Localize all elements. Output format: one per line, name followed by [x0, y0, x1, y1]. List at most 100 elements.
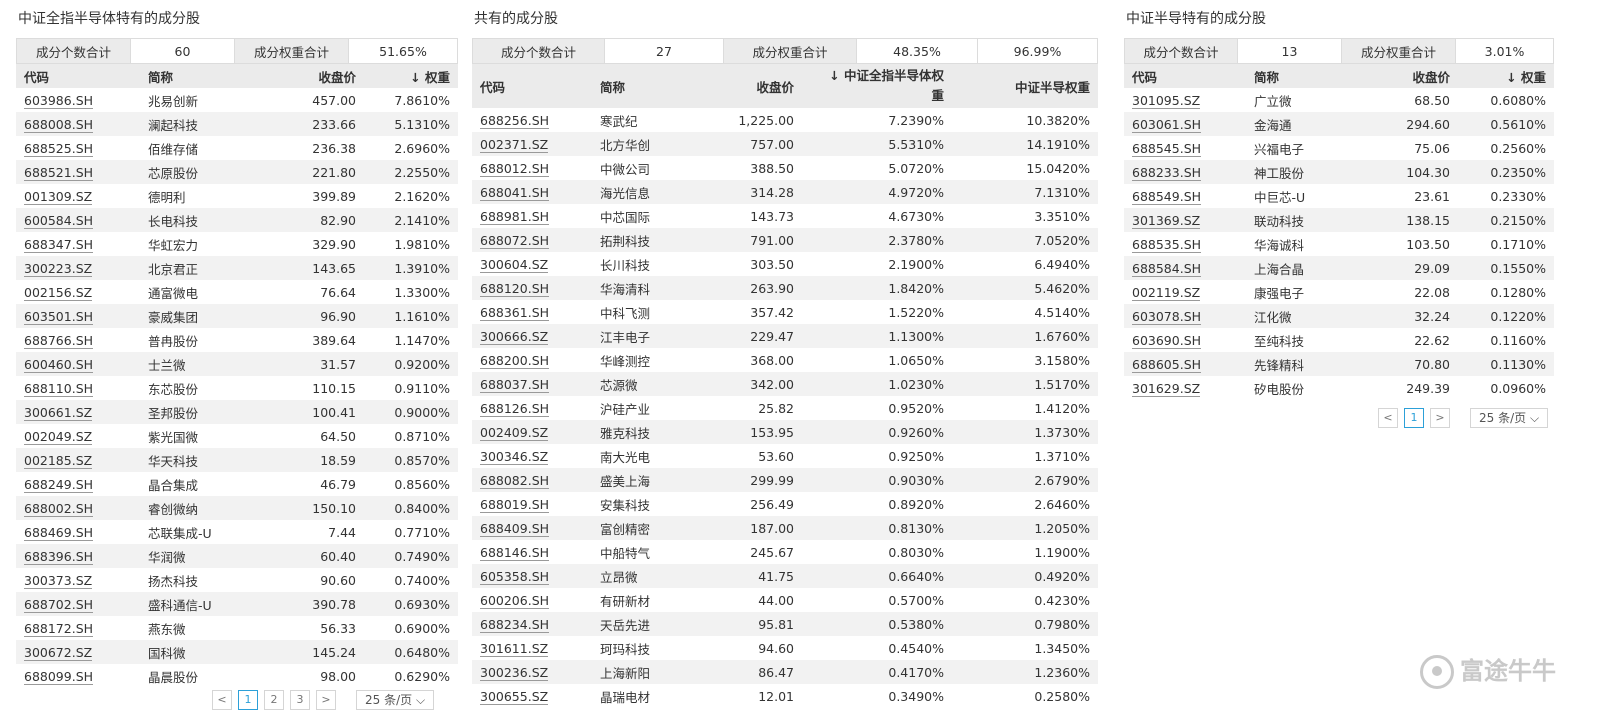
- stock-code-cell[interactable]: 688256.SH: [472, 108, 592, 132]
- col-header-code[interactable]: 代码: [16, 64, 140, 88]
- table-row[interactable]: 688012.SH 中微公司 388.50 5.0720% 15.0420%: [472, 156, 1098, 180]
- table-row[interactable]: 688146.SH 中船特气 245.67 0.8030% 1.1900%: [472, 540, 1098, 564]
- stock-code-cell[interactable]: 688234.SH: [472, 612, 592, 636]
- stock-code-link[interactable]: 688120.SH: [480, 280, 550, 297]
- stock-code-cell[interactable]: 603690.SH: [1124, 328, 1246, 352]
- stock-code-link[interactable]: 300373.SZ: [24, 572, 93, 589]
- stock-code-cell[interactable]: 688233.SH: [1124, 160, 1246, 184]
- stock-code-cell[interactable]: 300236.SZ: [472, 660, 592, 684]
- page-button[interactable]: 1: [238, 690, 258, 710]
- table-row[interactable]: 688172.SH 燕东微 56.33 0.6900%: [16, 616, 458, 640]
- stock-code-link[interactable]: 603986.SH: [24, 92, 94, 109]
- table-row[interactable]: 300655.SZ 晶瑞电材 12.01 0.3490% 0.2580%: [472, 684, 1098, 708]
- table-row[interactable]: 688233.SH 神工股份 104.30 0.2350%: [1124, 160, 1554, 184]
- stock-code-cell[interactable]: 688702.SH: [16, 592, 140, 616]
- stock-code-cell[interactable]: 688584.SH: [1124, 256, 1246, 280]
- table-row[interactable]: 688041.SH 海光信息 314.28 4.9720% 7.1310%: [472, 180, 1098, 204]
- table-row[interactable]: 603501.SH 豪威集团 96.90 1.1610%: [16, 304, 458, 328]
- table-row[interactable]: 301095.SZ 广立微 68.50 0.6080%: [1124, 88, 1554, 112]
- stock-code-link[interactable]: 688099.SH: [24, 668, 94, 685]
- stock-code-cell[interactable]: 688037.SH: [472, 372, 592, 396]
- stock-code-link[interactable]: 002119.SZ: [1132, 284, 1201, 301]
- stock-code-cell[interactable]: 688981.SH: [472, 204, 592, 228]
- stock-code-cell[interactable]: 688041.SH: [472, 180, 592, 204]
- stock-code-cell[interactable]: 688469.SH: [16, 520, 140, 544]
- table-row[interactable]: 688008.SH 澜起科技 233.66 5.1310%: [16, 112, 458, 136]
- table-row[interactable]: 688525.SH 佰维存储 236.38 2.6960%: [16, 136, 458, 160]
- table-row[interactable]: 002156.SZ 通富微电 76.64 1.3300%: [16, 280, 458, 304]
- page-size-select[interactable]: 25 条/页 ⌵: [356, 690, 435, 710]
- table-row[interactable]: 688082.SH 盛美上海 299.99 0.9030% 2.6790%: [472, 468, 1098, 492]
- page-button[interactable]: 1: [1404, 408, 1424, 428]
- stock-code-cell[interactable]: 688545.SH: [1124, 136, 1246, 160]
- table-row[interactable]: 002371.SZ 北方华创 757.00 5.5310% 14.1910%: [472, 132, 1098, 156]
- page-button[interactable]: 3: [290, 690, 310, 710]
- stock-code-link[interactable]: 301095.SZ: [1132, 92, 1201, 109]
- col-header-price[interactable]: 收盘价: [702, 64, 802, 108]
- table-row[interactable]: 688002.SH 睿创微纳 150.10 0.8400%: [16, 496, 458, 520]
- stock-code-link[interactable]: 300236.SZ: [480, 664, 549, 681]
- col-header-price[interactable]: 收盘价: [1358, 64, 1458, 88]
- table-row[interactable]: 688469.SH 芯联集成-U 7.44 0.7710%: [16, 520, 458, 544]
- stock-code-link[interactable]: 688110.SH: [24, 380, 94, 397]
- table-row[interactable]: 688361.SH 中科飞测 357.42 1.5220% 4.5140%: [472, 300, 1098, 324]
- col-header-weight-csi-all-sort[interactable]: ↓ 中证全指半导体权 重: [802, 64, 952, 108]
- stock-code-cell[interactable]: 301611.SZ: [472, 636, 592, 660]
- col-header-name[interactable]: 简称: [1246, 64, 1358, 88]
- stock-code-link[interactable]: 688549.SH: [1132, 188, 1202, 205]
- stock-code-cell[interactable]: 688766.SH: [16, 328, 140, 352]
- stock-code-link[interactable]: 600584.SH: [24, 212, 94, 229]
- stock-code-cell[interactable]: 688120.SH: [472, 276, 592, 300]
- stock-code-link[interactable]: 301369.SZ: [1132, 212, 1201, 229]
- stock-code-cell[interactable]: 688521.SH: [16, 160, 140, 184]
- stock-code-cell[interactable]: 300666.SZ: [472, 324, 592, 348]
- stock-code-cell[interactable]: 688409.SH: [472, 516, 592, 540]
- stock-code-link[interactable]: 300661.SZ: [24, 404, 93, 421]
- table-row[interactable]: 688256.SH 寒武纪 1,225.00 7.2390% 10.3820%: [472, 108, 1098, 132]
- table-row[interactable]: 688584.SH 上海合晶 29.09 0.1550%: [1124, 256, 1554, 280]
- stock-code-link[interactable]: 688019.SH: [480, 496, 550, 513]
- page-button[interactable]: 2: [264, 690, 284, 710]
- stock-code-cell[interactable]: 688172.SH: [16, 616, 140, 640]
- table-row[interactable]: 300236.SZ 上海新阳 86.47 0.4170% 1.2360%: [472, 660, 1098, 684]
- stock-code-link[interactable]: 002156.SZ: [24, 284, 93, 301]
- stock-code-link[interactable]: 688409.SH: [480, 520, 550, 537]
- stock-code-cell[interactable]: 002371.SZ: [472, 132, 592, 156]
- stock-code-cell[interactable]: 002409.SZ: [472, 420, 592, 444]
- stock-code-cell[interactable]: 001309.SZ: [16, 184, 140, 208]
- stock-code-cell[interactable]: 688396.SH: [16, 544, 140, 568]
- stock-code-cell[interactable]: 688549.SH: [1124, 184, 1246, 208]
- stock-code-link[interactable]: 300672.SZ: [24, 644, 93, 661]
- page-size-select[interactable]: 25 条/页 ⌵: [1470, 408, 1549, 428]
- stock-code-cell[interactable]: 688012.SH: [472, 156, 592, 180]
- stock-code-link[interactable]: 688234.SH: [480, 616, 550, 633]
- stock-code-cell[interactable]: 688110.SH: [16, 376, 140, 400]
- col-header-code[interactable]: 代码: [472, 64, 592, 108]
- table-row[interactable]: 688535.SH 华海诚科 103.50 0.1710%: [1124, 232, 1554, 256]
- next-page-button[interactable]: >: [316, 690, 336, 710]
- stock-code-link[interactable]: 688200.SH: [480, 352, 550, 369]
- stock-code-link[interactable]: 688981.SH: [480, 208, 550, 225]
- stock-code-link[interactable]: 688535.SH: [1132, 236, 1202, 253]
- stock-code-link[interactable]: 300223.SZ: [24, 260, 93, 277]
- stock-code-link[interactable]: 688605.SH: [1132, 356, 1202, 373]
- col-header-price[interactable]: 收盘价: [252, 64, 364, 88]
- stock-code-link[interactable]: 688172.SH: [24, 620, 94, 637]
- stock-code-link[interactable]: 600460.SH: [24, 356, 94, 373]
- stock-code-cell[interactable]: 002156.SZ: [16, 280, 140, 304]
- next-page-button[interactable]: >: [1430, 408, 1450, 428]
- stock-code-link[interactable]: 603061.SH: [1132, 116, 1202, 133]
- stock-code-cell[interactable]: 002049.SZ: [16, 424, 140, 448]
- col-header-weight-sort[interactable]: ↓ 权重: [1458, 64, 1554, 88]
- stock-code-cell[interactable]: 600206.SH: [472, 588, 592, 612]
- table-row[interactable]: 300666.SZ 江丰电子 229.47 1.1300% 1.6760%: [472, 324, 1098, 348]
- stock-code-cell[interactable]: 688361.SH: [472, 300, 592, 324]
- stock-code-link[interactable]: 300655.SZ: [480, 688, 549, 705]
- stock-code-cell[interactable]: 603078.SH: [1124, 304, 1246, 328]
- stock-code-link[interactable]: 603501.SH: [24, 308, 94, 325]
- table-row[interactable]: 301629.SZ 矽电股份 249.39 0.0960%: [1124, 376, 1554, 400]
- col-header-code[interactable]: 代码: [1124, 64, 1246, 88]
- stock-code-link[interactable]: 688545.SH: [1132, 140, 1202, 157]
- stock-code-link[interactable]: 002049.SZ: [24, 428, 93, 445]
- stock-code-link[interactable]: 688347.SH: [24, 236, 94, 253]
